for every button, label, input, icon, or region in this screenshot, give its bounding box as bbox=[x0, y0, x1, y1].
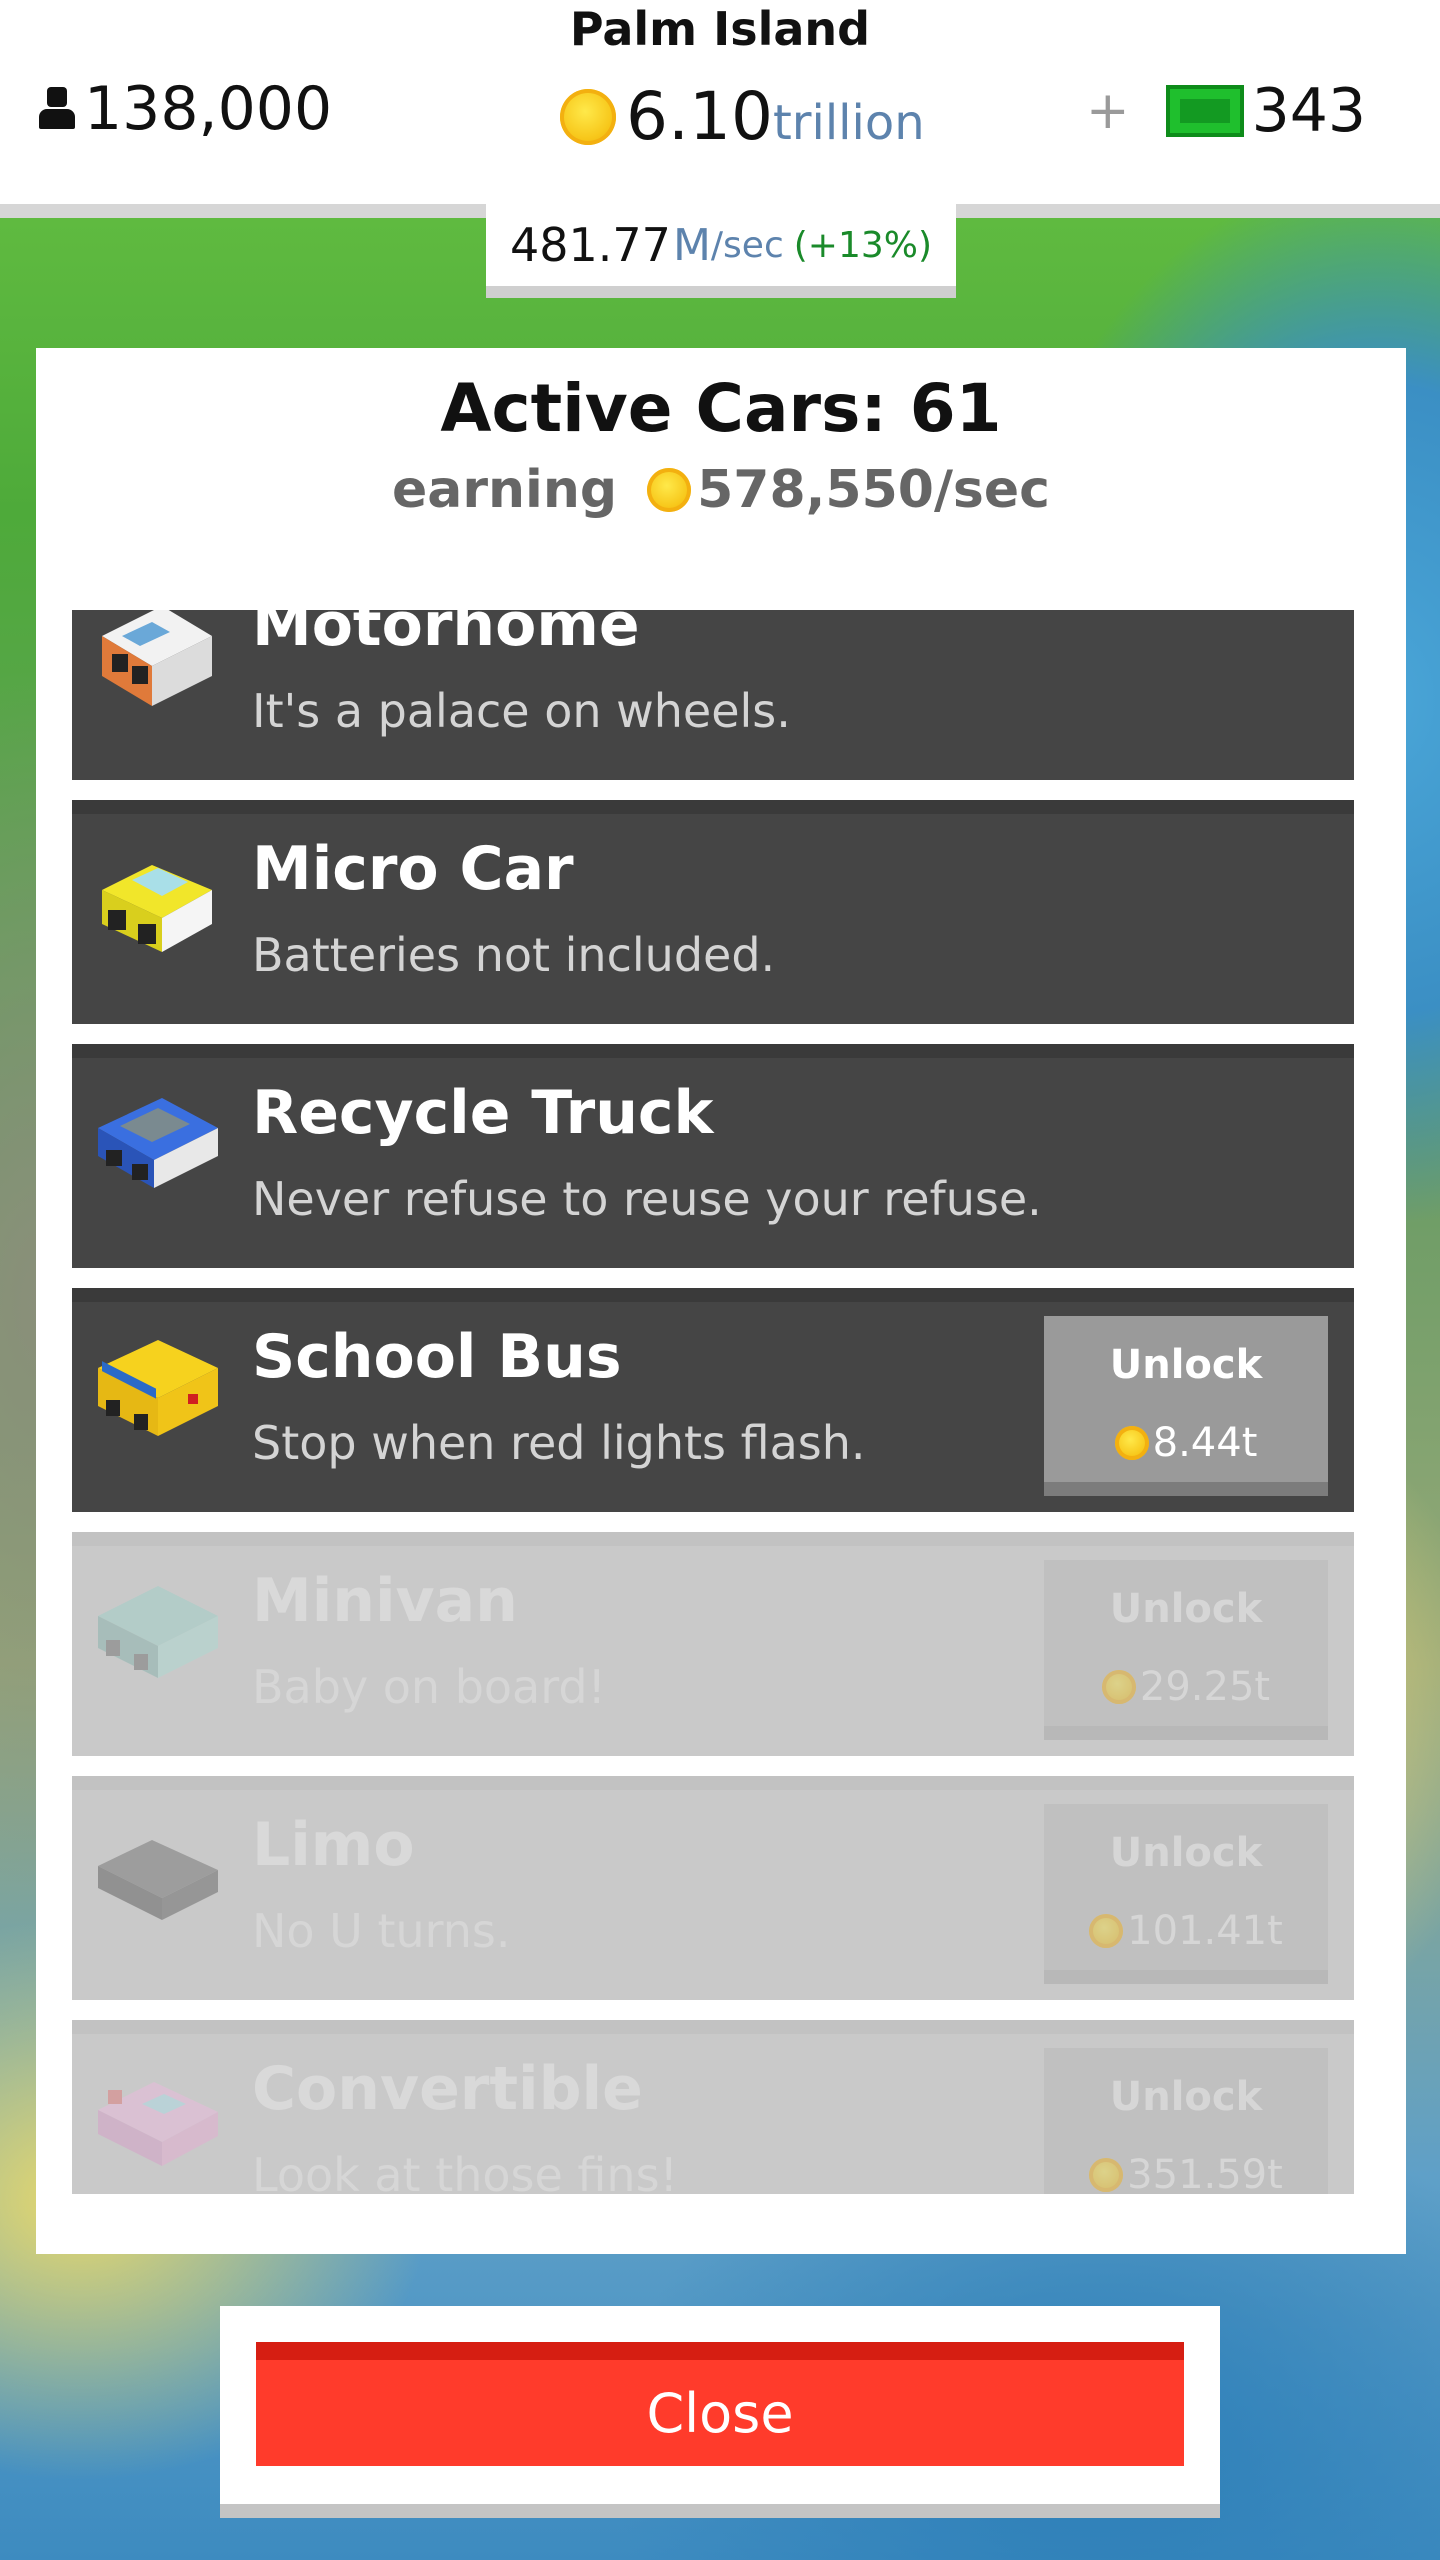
car-description: Stop when red lights flash. bbox=[252, 1416, 866, 1470]
unlock-price: 8.44t bbox=[1044, 1420, 1328, 1466]
car-name: School Bus bbox=[252, 1322, 622, 1392]
car-name: Convertible bbox=[252, 2054, 643, 2124]
car-description: Batteries not included. bbox=[252, 928, 776, 982]
car-description: It's a palace on wheels. bbox=[252, 684, 791, 738]
coin-icon bbox=[1089, 2158, 1124, 2192]
unlock-label: Unlock bbox=[1109, 1830, 1263, 1876]
earning-value: 578,550/sec bbox=[697, 460, 1050, 520]
income-rate-tab: 481.77 M /sec (+13%) bbox=[486, 204, 956, 298]
motorhome-icon bbox=[102, 610, 212, 706]
coin-balance-unit: trillion bbox=[772, 95, 925, 151]
panel-title: Active Cars: 61 bbox=[440, 370, 1002, 447]
close-button-frame: Close bbox=[220, 2306, 1220, 2518]
income-rate-bonus: (+13%) bbox=[793, 224, 933, 266]
car-name: Motorhome bbox=[252, 610, 640, 660]
car-row-motorhome[interactable]: Motorhome It's a palace on wheels. bbox=[72, 610, 1354, 780]
car-row-micro-car[interactable]: Micro Car Batteries not included. bbox=[72, 800, 1354, 1024]
income-rate-value: 481.77 bbox=[509, 218, 671, 272]
minivan-icon bbox=[98, 1586, 218, 1678]
income-rate-unit: M bbox=[672, 219, 711, 271]
unlock-button[interactable]: Unlock 8.44t bbox=[1044, 1316, 1328, 1496]
car-description: Look at those fins! bbox=[252, 2148, 678, 2194]
island-name: Palm Island bbox=[569, 2, 871, 56]
income-rate-per-sec: /sec bbox=[710, 224, 784, 266]
plus-icon[interactable]: + bbox=[1086, 81, 1130, 141]
car-name: Recycle Truck bbox=[252, 1078, 714, 1148]
unlock-label: Unlock bbox=[1109, 1586, 1263, 1632]
car-description: Baby on board! bbox=[252, 1660, 606, 1714]
unlock-price-value: 8.44t bbox=[1152, 1420, 1258, 1466]
car-name: Limo bbox=[252, 1810, 415, 1880]
car-name: Minivan bbox=[252, 1566, 518, 1636]
car-row-minivan[interactable]: Minivan Baby on board! Unlock 29.25t bbox=[72, 1532, 1354, 1756]
unlock-price-value: 29.25t bbox=[1139, 1664, 1271, 1710]
convertible-icon bbox=[98, 2082, 218, 2166]
unlock-price: 101.41t bbox=[1044, 1908, 1328, 1954]
cash-icon bbox=[1165, 85, 1244, 137]
population-counter: 138,000 bbox=[38, 74, 332, 144]
micro-car-icon bbox=[102, 865, 212, 952]
coin-icon bbox=[1101, 1670, 1136, 1704]
close-button[interactable]: Close bbox=[256, 2342, 1184, 2466]
unlock-price: 351.59t bbox=[1044, 2152, 1328, 2194]
car-row-school-bus[interactable]: School Bus Stop when red lights flash. U… bbox=[72, 1288, 1354, 1512]
unlock-price-value: 351.59t bbox=[1127, 2152, 1283, 2194]
cash-balance[interactable]: + 343 bbox=[1086, 76, 1366, 146]
coin-icon bbox=[560, 88, 616, 145]
earning-label: earning bbox=[392, 460, 618, 520]
coin-icon bbox=[1089, 1914, 1124, 1948]
unlock-label: Unlock bbox=[1109, 1342, 1263, 1388]
coin-icon bbox=[647, 468, 692, 512]
unlock-button[interactable]: Unlock 101.41t bbox=[1044, 1804, 1328, 1984]
unlock-button[interactable]: Unlock 29.25t bbox=[1044, 1560, 1328, 1740]
car-description: Never refuse to reuse your refuse. bbox=[252, 1172, 1042, 1226]
coin-icon bbox=[1114, 1426, 1149, 1460]
top-status-bar: Palm Island 138,000 6.10 trillion + 343 bbox=[0, 0, 1440, 218]
unlock-label: Unlock bbox=[1109, 2074, 1263, 2120]
recycle-truck-icon bbox=[98, 1098, 218, 1188]
car-description: No U turns. bbox=[252, 1904, 511, 1958]
car-row-convertible[interactable]: Convertible Look at those fins! Unlock 3… bbox=[72, 2020, 1354, 2194]
coin-balance-value: 6.10 bbox=[626, 78, 773, 155]
active-cars-panel: Active Cars: 61 earning 578,550/sec Moto… bbox=[36, 348, 1406, 2254]
coin-balance: 6.10 trillion bbox=[560, 78, 925, 155]
unlock-price: 29.25t bbox=[1044, 1664, 1328, 1710]
unlock-button[interactable]: Unlock 351.59t bbox=[1044, 2048, 1328, 2194]
car-name: Micro Car bbox=[252, 834, 574, 904]
cash-balance-value: 343 bbox=[1251, 76, 1367, 146]
school-bus-icon bbox=[98, 1340, 218, 1436]
unlock-price-value: 101.41t bbox=[1127, 1908, 1283, 1954]
person-icon bbox=[38, 85, 76, 133]
earning-line: earning 578,550/sec bbox=[36, 460, 1406, 520]
car-row-recycle-truck[interactable]: Recycle Truck Never refuse to reuse your… bbox=[72, 1044, 1354, 1268]
population-value: 138,000 bbox=[84, 74, 333, 144]
car-list[interactable]: Motorhome It's a palace on wheels. Micro… bbox=[72, 610, 1354, 2194]
limo-icon bbox=[98, 1840, 218, 1920]
car-row-limo[interactable]: Limo No U turns. Unlock 101.41t bbox=[72, 1776, 1354, 2000]
